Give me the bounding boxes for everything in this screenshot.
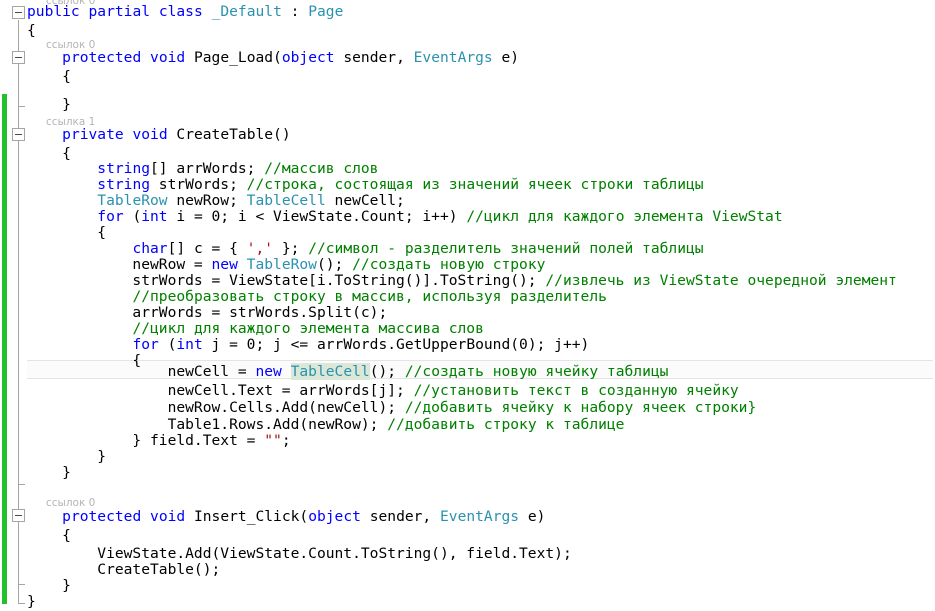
code-token: void (132, 126, 168, 143)
change-bar-top (2, 94, 7, 121)
code-token: "" (264, 432, 282, 449)
code-token: int (176, 336, 203, 353)
code-token: public (27, 3, 80, 20)
code-token: } (27, 593, 36, 610)
code-token: e) (519, 508, 546, 525)
code-token: } (27, 464, 71, 481)
code-token: CreateTable() (167, 126, 291, 143)
code-token: Page (308, 3, 344, 20)
code-line-6[interactable]: } (27, 95, 71, 114)
code-token: //добавить ячейку к набору ячеек строки} (404, 399, 757, 416)
code-line-2[interactable]: { (27, 21, 36, 40)
code-line-30[interactable]: { (27, 526, 71, 545)
code-line-12[interactable]: for (int i = 0; i < ViewState.Count; i++… (27, 207, 783, 226)
code-token: newCell = (27, 363, 256, 380)
code-token: Insert_Click( (185, 508, 309, 525)
code-token: { (27, 22, 36, 39)
outline-toggle-create-table[interactable] (12, 128, 25, 141)
code-token: Page_Load( (185, 49, 282, 66)
code-token: void (150, 508, 186, 525)
code-token: class (158, 3, 203, 20)
outline-foot-insert-click (18, 584, 25, 585)
code-line-22[interactable]: newCell = new TableCell(); //создать нов… (27, 362, 668, 381)
code-token: { (27, 527, 71, 544)
code-token: //установить текст в созданную ячейку (413, 382, 739, 399)
code-token: private (62, 126, 124, 143)
code-line-29[interactable]: protected void Insert_Click(object sende… (27, 507, 545, 526)
code-editor[interactable]: ссылок 0 ссылок 0 ссылка 1 ссылок 0 publ… (0, 0, 935, 611)
code-text-layer: ссылок 0 ссылок 0 ссылка 1 ссылок 0 publ… (0, 0, 935, 611)
change-bar-main (2, 121, 7, 604)
code-token: newRow.Cells.Add(newCell); (27, 399, 405, 416)
code-token: //создать новую ячейку таблицы (404, 363, 669, 380)
code-token: new (255, 363, 282, 380)
code-token: } (27, 96, 71, 113)
code-token: e) (492, 49, 520, 66)
code-token: EventArgs (413, 49, 493, 66)
outline-toggle-page-load[interactable] (12, 51, 25, 64)
outline-foot-create-table (18, 484, 25, 485)
code-line-3[interactable]: protected void Page_Load(object sender, … (27, 48, 519, 67)
code-token: _Default (211, 3, 282, 20)
code-token: (); (369, 363, 405, 380)
code-line-4[interactable]: { (27, 67, 71, 86)
code-token: int (141, 208, 168, 225)
code-token: //добавить строку к таблице (387, 416, 625, 433)
outline-toggle-class[interactable] (12, 6, 25, 19)
code-token: object (308, 508, 361, 525)
code-line-28[interactable]: } (27, 463, 71, 482)
code-token: ( (158, 336, 177, 353)
code-token: ; (281, 432, 291, 449)
code-token: protected (62, 49, 142, 66)
outline-toggle-insert-click[interactable] (12, 509, 25, 522)
code-token: sender, (360, 508, 440, 525)
code-token: void (150, 49, 186, 66)
code-token: newCell.Text = arrWords[j]; (27, 382, 414, 399)
code-token: partial (88, 3, 151, 20)
code-token: protected (62, 508, 142, 525)
code-token: ( (123, 208, 142, 225)
code-line-34[interactable]: } (27, 592, 36, 611)
outline-foot-class (18, 603, 25, 604)
code-token: //цикл для каждого элемента ViewStat (466, 208, 783, 225)
code-token: : (281, 3, 309, 20)
code-token: object (281, 49, 335, 66)
code-token: i = 0; i < ViewState.Count; i++) (167, 208, 467, 225)
code-token: TableCell (290, 363, 370, 380)
code-line-1[interactable]: public partial class _Default : Page (27, 2, 343, 21)
code-token: EventArgs (440, 508, 520, 525)
code-line-7[interactable]: private void CreateTable() (27, 125, 291, 144)
code-token: j = 0; j <= arrWords.GetUpperBound(0); j… (202, 336, 590, 353)
outline-foot-page-load (18, 106, 25, 107)
code-token: sender, (334, 49, 414, 66)
code-token: { (27, 68, 71, 85)
